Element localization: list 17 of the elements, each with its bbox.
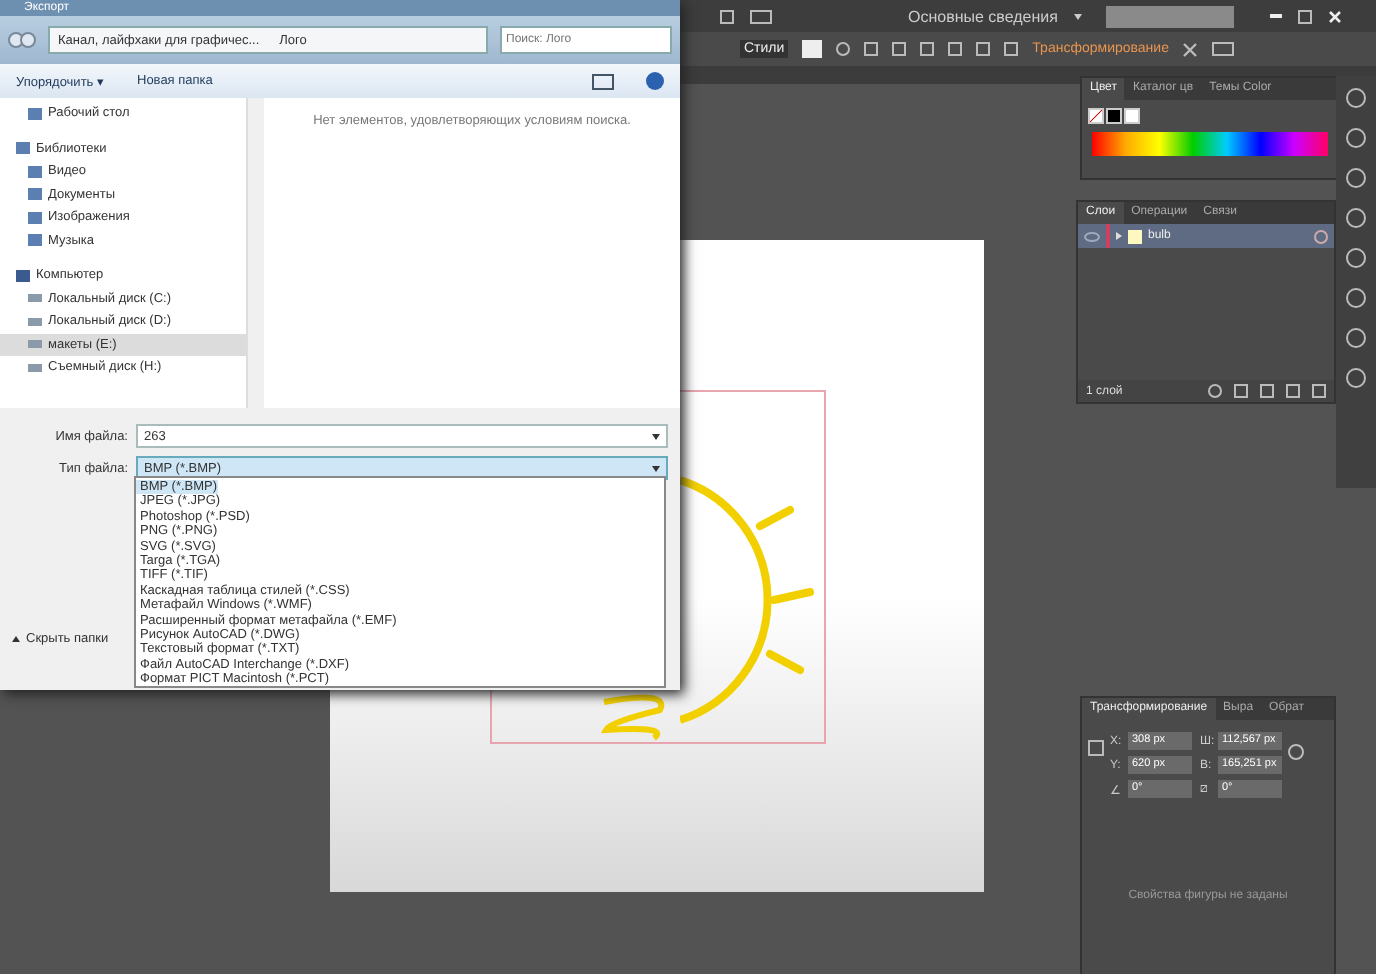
restore-icon[interactable] <box>1297 9 1312 23</box>
style-swatch[interactable] <box>802 40 823 58</box>
expand-icon[interactable] <box>1116 232 1122 240</box>
search-field[interactable] <box>1105 5 1234 27</box>
workspace-switcher[interactable]: Основные сведения <box>908 7 1058 25</box>
swatch[interactable] <box>1124 108 1140 124</box>
minimize-icon[interactable] <box>1269 14 1282 18</box>
target-icon[interactable] <box>1314 229 1328 243</box>
swatch[interactable] <box>1106 108 1122 124</box>
caret-icon[interactable] <box>1073 13 1082 19</box>
none-swatch[interactable] <box>1088 108 1104 124</box>
close-icon[interactable] <box>1327 9 1342 23</box>
scrollbar[interactable] <box>246 98 264 408</box>
back-forward-icon[interactable] <box>8 32 36 48</box>
color-spectrum[interactable] <box>1092 132 1328 156</box>
layer-thumbnail <box>1128 229 1142 243</box>
view-icon[interactable] <box>592 73 614 89</box>
